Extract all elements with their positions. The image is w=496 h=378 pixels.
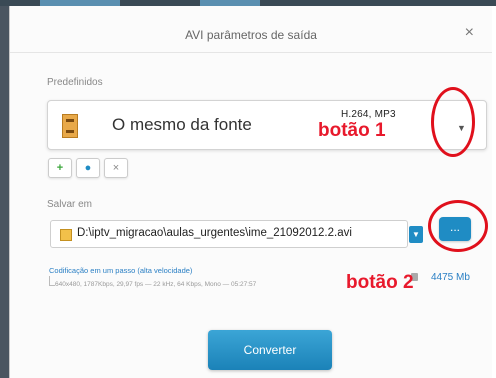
background-window-edge <box>0 6 9 378</box>
remove-preset-button[interactable]: × <box>104 158 128 178</box>
save-to-label: Salvar em <box>47 199 93 210</box>
dialog-title: AVI parâmetros de saída <box>185 28 317 42</box>
folder-icon <box>60 229 72 241</box>
preset-selected-value: O mesmo da fonte <box>112 115 252 134</box>
preset-codec-info: H.264, MP3 <box>341 109 396 120</box>
plus-icon: + <box>56 162 64 174</box>
annotation-button-2: botão 2 <box>346 272 414 293</box>
preset-settings-button[interactable]: ● <box>76 158 100 178</box>
close-icon: × <box>112 162 120 174</box>
title-bar: AVI parâmetros de saída × <box>10 6 492 53</box>
film-icon <box>62 114 78 138</box>
path-history-dropdown-button[interactable]: ▼ <box>409 226 423 243</box>
annotation-circle-1 <box>431 87 475 157</box>
presets-label: Predefinidos <box>47 77 103 88</box>
estimated-file-size: 4475 Mb <box>431 272 470 283</box>
preset-selector[interactable]: O mesmo da fonte H.264, MP3 ▼ <box>47 100 487 150</box>
convert-button[interactable]: Converter <box>208 330 332 370</box>
output-path-field[interactable]: D:\iptv_migracao\aulas_urgentes\ime_2109… <box>50 220 408 248</box>
encoding-details: 640x480, 1787Kbps, 29,97 fps — 22 kHz, 6… <box>55 281 257 288</box>
output-path-value: D:\iptv_migracao\aulas_urgentes\ime_2109… <box>77 227 352 239</box>
add-preset-button[interactable]: + <box>48 158 72 178</box>
close-icon[interactable]: × <box>465 24 474 42</box>
gear-icon: ● <box>84 162 92 174</box>
output-parameters-dialog: AVI parâmetros de saída × Predefinidos O… <box>9 6 492 378</box>
annotation-circle-2 <box>428 200 488 252</box>
annotation-button-1: botão 1 <box>318 120 386 141</box>
encoding-mode-link[interactable]: Codificação em um passo (alta velocidade… <box>49 266 192 275</box>
